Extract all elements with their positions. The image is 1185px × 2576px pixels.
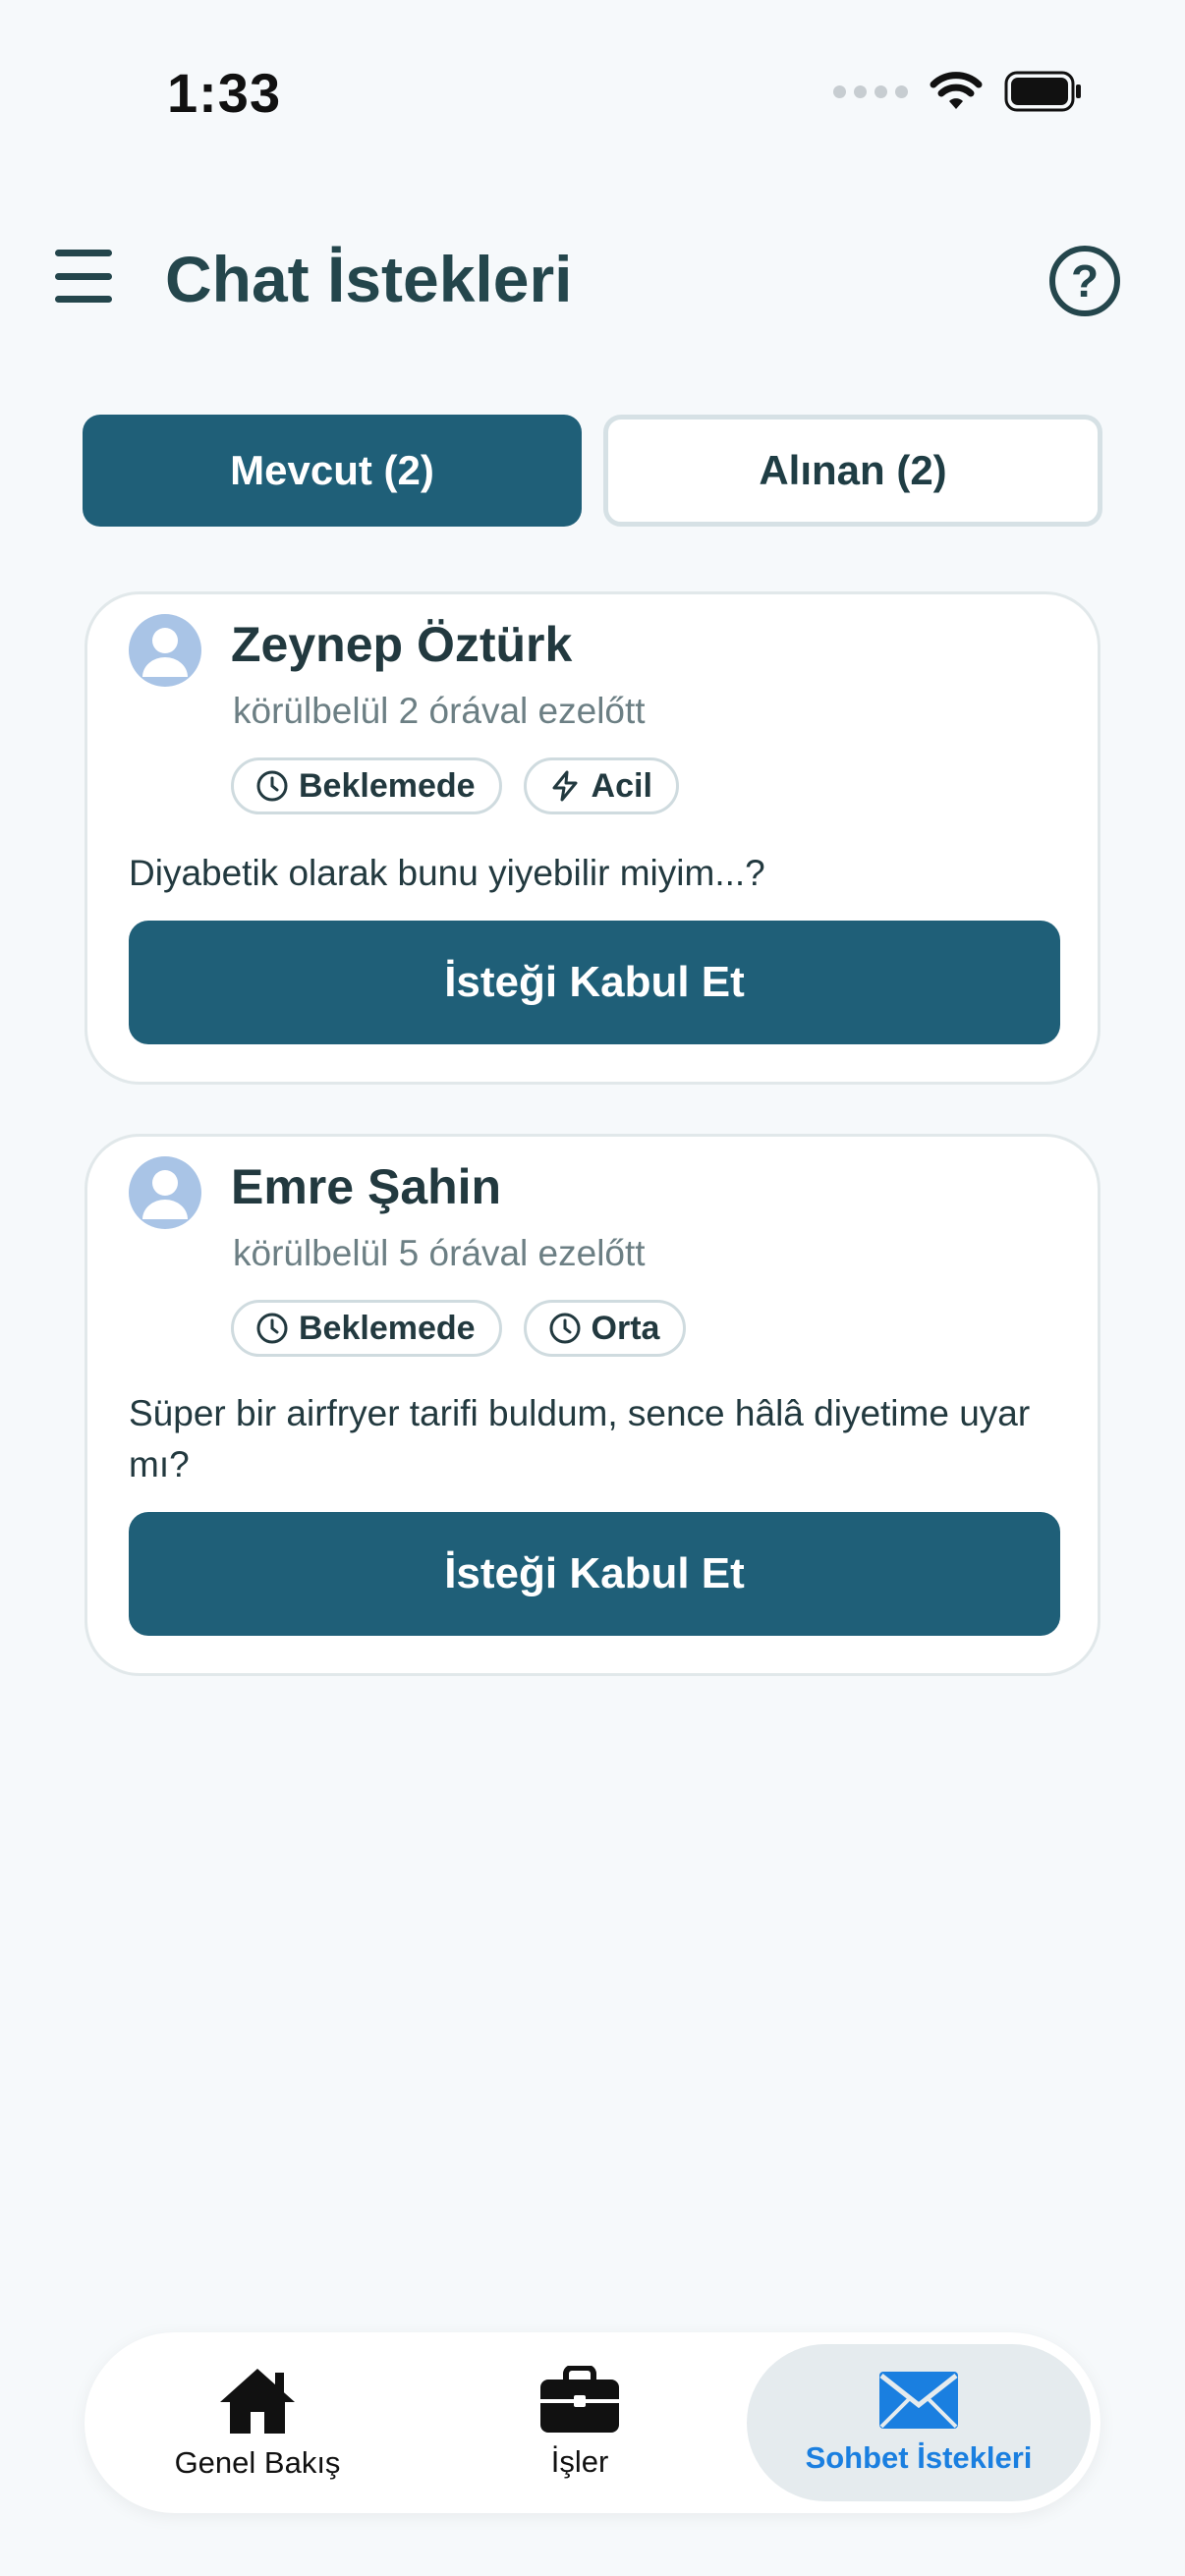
wifi-icon [930,72,983,109]
requester-name: Zeynep Öztürk [231,617,573,672]
priority-badge: Acil [523,757,679,814]
clock-icon [256,770,288,802]
request-card: Emre Şahin körülbelül 5 órával ezelőtt B… [85,1134,1100,1676]
clock-icon [256,1313,288,1344]
status-icons [833,71,1083,112]
request-message: Süper bir airfryer tarifi buldum, sence … [129,1393,1031,1484]
accept-request-button[interactable]: İsteği Kabul Et [129,1512,1060,1636]
request-time: körülbelül 2 órával ezelőtt [233,691,646,731]
nav-jobs[interactable]: İşler [462,2332,698,2513]
signal-icon [833,84,908,98]
chips: Beklemede Orta [231,1300,687,1357]
envelope-icon [879,2372,958,2429]
screen: 1:33 Chat İstekleri ? Mevcut (2) Alınan … [0,0,1185,2576]
bottom-navigation: Genel Bakış İşler Sohbet İstekleri [85,2332,1100,2513]
accept-request-button[interactable]: İsteği Kabul Et [129,921,1060,1044]
bolt-icon [552,770,578,802]
status-label: Beklemede [299,1309,476,1347]
battery-icon [1004,71,1081,112]
nav-chat-requests[interactable]: Sohbet İstekleri [747,2344,1091,2501]
home-icon [220,2369,295,2434]
nav-overview[interactable]: Genel Bakış [124,2332,391,2513]
tab-current[interactable]: Mevcut (2) [83,415,582,527]
request-message: Diyabetik olarak bunu yiyebilir miyim...… [129,853,765,893]
nav-label: Genel Bakış [174,2445,341,2480]
help-icon[interactable]: ? [1049,246,1120,316]
status-label: Beklemede [299,766,476,805]
nav-label: İşler [550,2444,609,2479]
chips: Beklemede Acil [231,757,679,814]
hamburger-menu-icon[interactable] [55,250,112,303]
avatar-icon [129,1156,201,1229]
priority-label: Orta [591,1309,660,1347]
nav-label: Sohbet İstekleri [805,2440,1033,2475]
requester-name: Emre Şahin [231,1159,502,1214]
request-time: körülbelül 5 órával ezelőtt [233,1233,646,1273]
help-symbol: ? [1070,255,1100,307]
page-title: Chat İstekleri [165,243,573,315]
tab-received[interactable]: Alınan (2) [603,415,1102,527]
priority-label: Acil [591,766,652,805]
clock-icon [549,1313,581,1344]
avatar-icon [129,614,201,687]
status-badge: Beklemede [231,757,502,814]
status-badge: Beklemede [231,1300,502,1357]
status-time: 1:33 [167,62,282,124]
priority-badge: Orta [523,1300,687,1357]
briefcase-icon [540,2366,619,2433]
request-card: Zeynep Öztürk körülbelül 2 órával ezelőt… [85,591,1100,1085]
